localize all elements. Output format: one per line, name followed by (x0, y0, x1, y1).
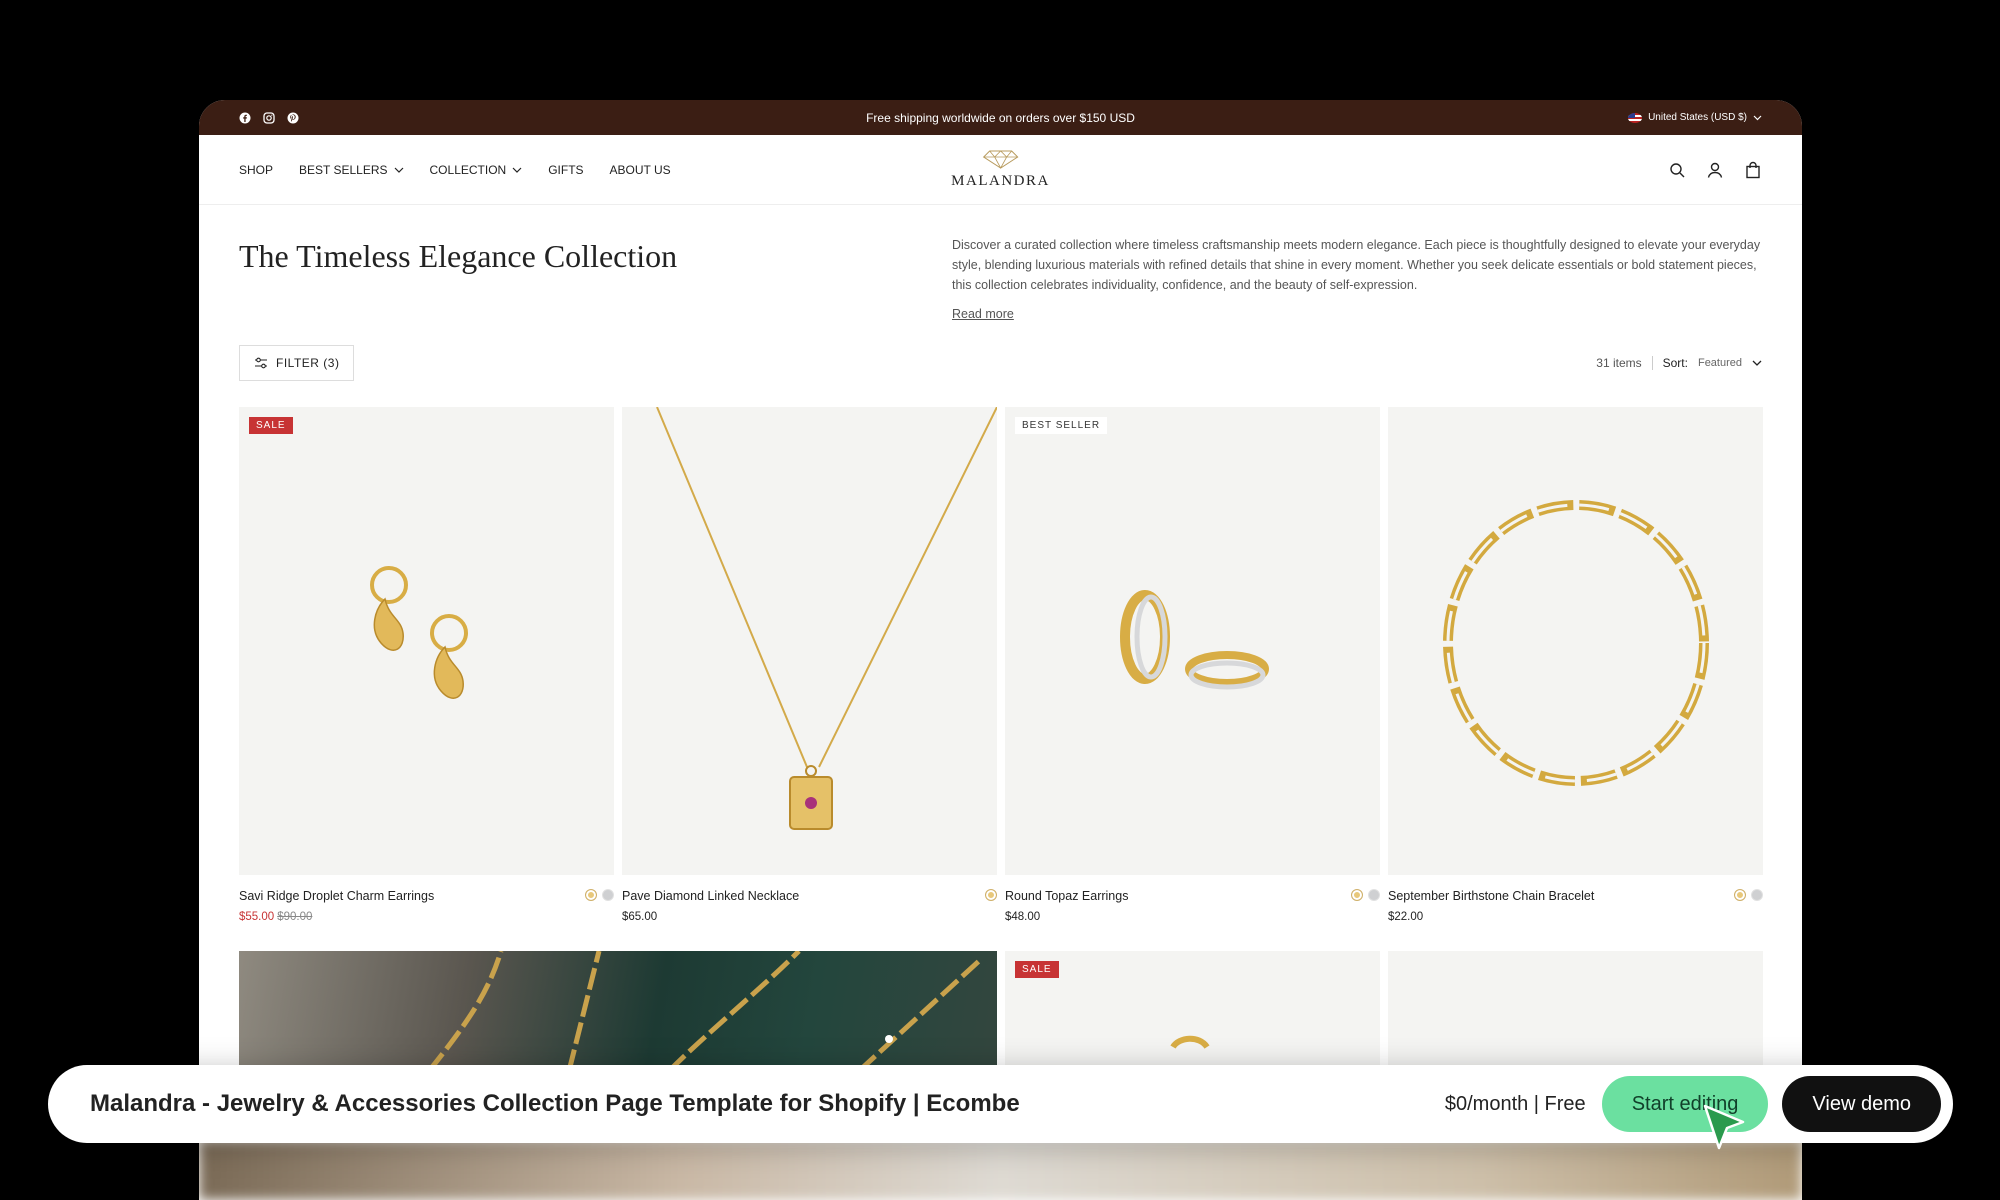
chevron-down-icon (512, 167, 522, 173)
silver-swatch[interactable] (602, 889, 614, 901)
instagram-icon[interactable] (263, 111, 275, 124)
silver-swatch[interactable] (1751, 889, 1763, 901)
social-links (239, 111, 299, 124)
account-icon[interactable] (1706, 161, 1724, 179)
product-price: $48.00 (1005, 911, 1041, 923)
product-grid: SALE Savi Ridge Droplet Charm Earrings $… (199, 407, 1802, 923)
template-title: Malandra - Jewelry & Accessories Collect… (90, 1090, 1020, 1117)
collection-description: Discover a curated collection where time… (952, 238, 1761, 292)
nav-best-sellers[interactable]: BEST SELLERS (299, 163, 404, 177)
collection-title: The Timeless Elegance Collection (239, 238, 678, 274)
nav-gifts[interactable]: GIFTS (548, 163, 583, 177)
item-count: 31 items (1596, 356, 1642, 370)
product-image[interactable]: SALE (1005, 951, 1380, 1071)
silver-swatch[interactable] (1368, 889, 1380, 901)
collection-description-block: Discover a curated collection where time… (952, 235, 1762, 321)
nav-about-us[interactable]: ABOUT US (610, 163, 671, 177)
best-seller-badge: BEST SELLER (1015, 417, 1108, 434)
product-card[interactable]: Pave Diamond Linked Necklace $65.00 (622, 407, 997, 923)
promo-bar: Malandra - Jewelry & Accessories Collect… (48, 1065, 1953, 1143)
gold-swatch[interactable] (585, 889, 597, 901)
chevron-down-icon (394, 167, 403, 173)
product-card[interactable]: September Birthstone Chain Bracelet $22.… (1388, 407, 1763, 923)
product-card[interactable]: SALE Savi Ridge Droplet Charm Earrings $… (239, 407, 614, 923)
locale-selector[interactable]: United States (USD $) (1628, 112, 1762, 123)
chain-necklaces-illustration (427, 951, 981, 1071)
collection-intro: The Timeless Elegance Collection Discove… (199, 235, 1802, 321)
sale-badge: SALE (249, 417, 293, 434)
chevron-down-icon (1753, 115, 1762, 120)
hoop-earrings-illustration (1120, 590, 1269, 690)
bracelet-illustration (1443, 500, 1709, 786)
color-swatches (1351, 889, 1380, 903)
product-image[interactable] (622, 407, 997, 875)
lifestyle-banner-image[interactable] (239, 951, 997, 1071)
divider (1651, 356, 1653, 370)
product-name[interactable]: Pave Diamond Linked Necklace (622, 889, 799, 903)
pinterest-icon[interactable] (287, 112, 299, 124)
filter-button[interactable]: FILTER (3) (239, 345, 355, 381)
product-price: $22.00 (1388, 911, 1424, 923)
color-swatches (1734, 889, 1763, 903)
locale-label: United States (USD $) (1648, 112, 1747, 123)
product-name[interactable]: Savi Ridge Droplet Charm Earrings (239, 889, 434, 903)
cart-icon[interactable] (1744, 161, 1762, 179)
product-grid-row-2: SALE (199, 951, 1802, 1071)
diamond-logo-icon (982, 150, 1019, 169)
filter-label: FILTER (3) (276, 356, 340, 370)
product-price: $55.00 $90.00 (239, 911, 313, 923)
nav-collection[interactable]: COLLECTION (430, 163, 523, 177)
sort-label: Sort: (1662, 356, 1688, 370)
main-nav: SHOP BEST SELLERS COLLECTION GIFTS ABOUT… (239, 163, 671, 177)
product-info: Round Topaz Earrings (1005, 889, 1380, 903)
search-icon[interactable] (1668, 161, 1686, 179)
product-image[interactable]: BEST SELLER (1005, 407, 1380, 875)
sort-select[interactable]: Featured (1698, 357, 1742, 369)
sale-badge: SALE (1015, 961, 1059, 978)
product-info: Pave Diamond Linked Necklace (622, 889, 997, 903)
product-image[interactable] (1388, 951, 1763, 1071)
cursor-pointer-icon (1703, 1104, 1745, 1150)
header-actions (1668, 161, 1762, 179)
read-more-link[interactable]: Read more (952, 307, 1762, 321)
product-card[interactable]: BEST SELLER Round Topaz Earrings $48.00 (1005, 407, 1380, 923)
ring-illustration (1170, 1035, 1210, 1049)
product-name[interactable]: September Birthstone Chain Bracelet (1388, 889, 1594, 903)
product-price: $65.00 (622, 911, 658, 923)
color-swatches (985, 889, 997, 903)
logo-text: MALANDRA (951, 173, 1050, 189)
product-info: September Birthstone Chain Bracelet (1388, 889, 1763, 903)
product-image[interactable] (1388, 407, 1763, 875)
template-pricing: $0/month | Free (1444, 1092, 1586, 1115)
color-swatches (585, 889, 614, 903)
browser-frame: Free shipping worldwide on orders over $… (199, 100, 1802, 1200)
facebook-icon[interactable] (239, 112, 251, 124)
earrings-illustration (370, 566, 468, 699)
gold-swatch[interactable] (985, 889, 997, 901)
product-info: Savi Ridge Droplet Charm Earrings (239, 889, 614, 903)
nav-shop[interactable]: SHOP (239, 163, 273, 177)
us-flag-icon (1628, 112, 1643, 123)
collection-toolbar: FILTER (3) 31 items Sort: Featured (199, 345, 1802, 381)
product-name[interactable]: Round Topaz Earrings (1005, 889, 1128, 903)
announcement-text: Free shipping worldwide on orders over $… (866, 110, 1135, 125)
site-logo[interactable]: MALANDRA (951, 145, 1050, 190)
filter-icon (255, 357, 267, 369)
necklace-illustration (656, 407, 997, 830)
product-image[interactable]: SALE (239, 407, 614, 875)
site-header: SHOP BEST SELLERS COLLECTION GIFTS ABOUT… (199, 135, 1802, 205)
promo-actions: $0/month | Free Start editing View demo (1445, 1076, 1941, 1132)
view-demo-button[interactable]: View demo (1782, 1076, 1941, 1132)
sort-area: 31 items Sort: Featured (1596, 356, 1762, 370)
chevron-down-icon[interactable] (1752, 360, 1762, 366)
announcement-bar: Free shipping worldwide on orders over $… (199, 100, 1802, 135)
gold-swatch[interactable] (1351, 889, 1363, 901)
compare-price: $90.00 (277, 911, 313, 923)
gold-swatch[interactable] (1734, 889, 1746, 901)
blurred-content (199, 1140, 1802, 1200)
